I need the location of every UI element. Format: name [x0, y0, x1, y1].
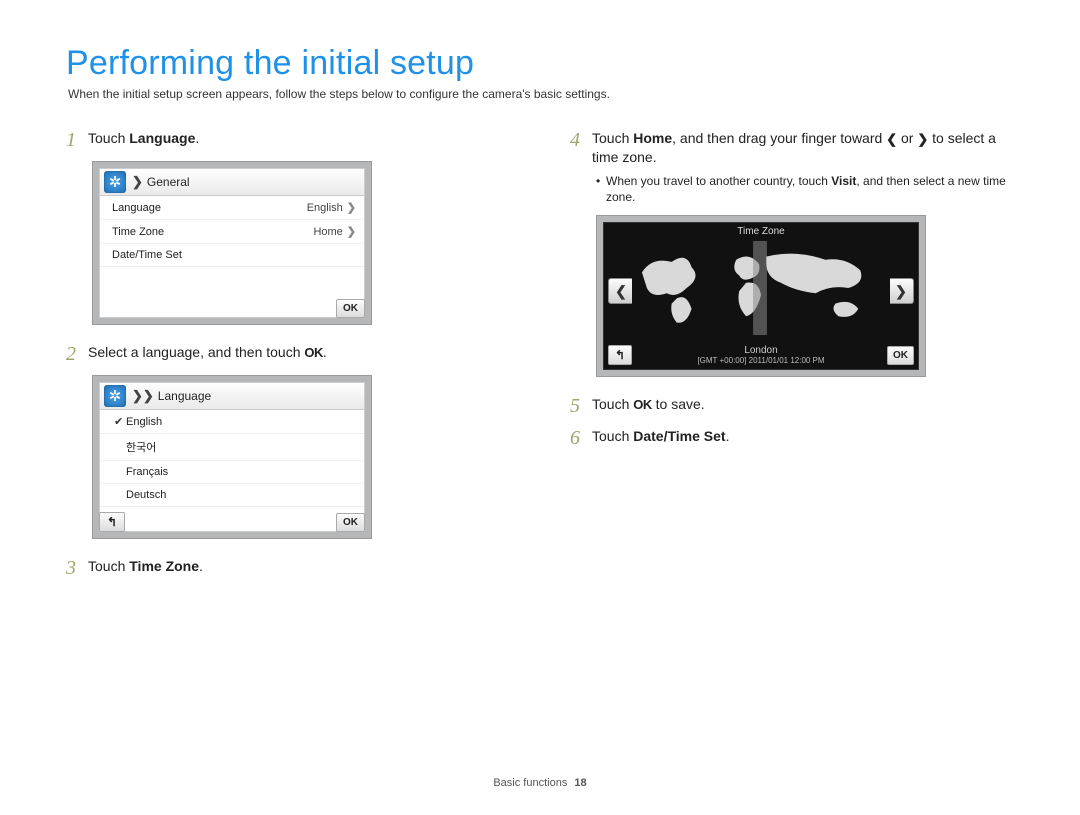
step-number: 3	[66, 557, 88, 579]
tz-gmt: [GMT +00:00] 2011/01/01 12:00 PM	[632, 356, 890, 365]
lang-label: 한국어	[126, 439, 156, 455]
bullet-pre: When you travel to another country, touc…	[606, 174, 831, 188]
step-bold: Home	[633, 130, 672, 146]
step-pre: Select a language, and then touch	[88, 344, 304, 360]
step-pre: Touch	[88, 558, 129, 574]
back-button[interactable]: ↰	[608, 345, 632, 365]
step-mid: , and then drag your finger toward	[672, 130, 886, 146]
step-post: .	[323, 344, 327, 360]
ok-button[interactable]: OK	[887, 346, 914, 365]
tz-title: Time Zone	[604, 226, 918, 237]
step-2: 2 Select a language, and then touch OK.	[66, 343, 510, 365]
step-number: 5	[570, 395, 592, 417]
footer-section: Basic functions	[493, 777, 567, 789]
panel-title: Language	[158, 389, 211, 403]
ok-button[interactable]: OK	[336, 299, 365, 318]
chevron-right-icon: ❯	[917, 132, 928, 147]
row-value: Home	[313, 226, 342, 238]
ok-icon: OK	[633, 397, 652, 412]
step-5: 5 Touch OK to save.	[570, 395, 1014, 417]
page-footer: Basic functions 18	[0, 777, 1080, 789]
step-post: .	[195, 130, 199, 146]
step-text: Touch Language.	[88, 129, 199, 148]
row-label: Time Zone	[112, 226, 164, 238]
left-column: 1 Touch Language. ✲ ❯ General Language E…	[66, 123, 510, 579]
step-text: Touch Date/Time Set.	[592, 427, 729, 446]
step-or: or	[897, 130, 917, 146]
row-label: Language	[112, 202, 161, 214]
chevron-left-icon: ❮	[886, 132, 897, 147]
back-button[interactable]: ↰	[99, 512, 125, 532]
step-post: to save.	[652, 396, 705, 412]
panel-header: ✲ ❯ General	[100, 169, 364, 196]
lang-item-english[interactable]: ✔English	[100, 410, 364, 434]
lang-label: Français	[126, 466, 168, 478]
right-column: 4 Touch Home, and then drag your finger …	[570, 123, 1014, 579]
bullet-bold: Visit	[831, 174, 856, 188]
step-3: 3 Touch Time Zone.	[66, 557, 510, 579]
step-number: 2	[66, 343, 88, 365]
chevron-right-icon: ❯	[347, 202, 356, 214]
footer-page: 18	[574, 777, 586, 789]
lang-label: Deutsch	[126, 489, 166, 501]
step-bold: Language	[129, 130, 195, 146]
page-title: Performing the initial setup	[66, 44, 1014, 83]
chevron-double-right-icon: ❯❯	[132, 388, 154, 404]
step-4-bullet: • When you travel to another country, to…	[596, 173, 1014, 205]
step-pre: Touch	[592, 396, 633, 412]
step-number: 4	[570, 129, 592, 151]
row-timezone[interactable]: Time Zone Home ❯	[100, 220, 364, 244]
general-screen: ✲ ❯ General Language English ❯ Time Zone …	[92, 161, 372, 325]
step-text: Touch Time Zone.	[88, 557, 203, 576]
ok-button[interactable]: OK	[336, 513, 365, 532]
step-6: 6 Touch Date/Time Set.	[570, 427, 1014, 449]
timezone-screen: Time Zone ❮ ❯	[596, 215, 926, 377]
lang-item-francais[interactable]: Français	[100, 461, 364, 484]
lang-item-korean[interactable]: 한국어	[100, 434, 364, 461]
panel-title: General	[147, 175, 190, 189]
chevron-right-icon: ❯	[347, 226, 356, 238]
next-timezone-button[interactable]: ❯	[888, 278, 914, 304]
row-value: English	[307, 202, 343, 214]
step-text: Touch Home, and then drag your finger to…	[592, 129, 1014, 167]
lang-item-deutsch[interactable]: Deutsch	[100, 484, 364, 507]
check-icon: ✔	[114, 415, 126, 428]
step-number: 1	[66, 129, 88, 151]
step-post: .	[726, 428, 730, 444]
row-language[interactable]: Language English ❯	[100, 196, 364, 220]
prev-timezone-button[interactable]: ❮	[608, 278, 634, 304]
step-4: 4 Touch Home, and then drag your finger …	[570, 129, 1014, 167]
step-post: .	[199, 558, 203, 574]
intro-text: When the initial setup screen appears, f…	[68, 87, 1014, 101]
gear-icon: ✲	[104, 171, 126, 193]
step-1: 1 Touch Language.	[66, 129, 510, 151]
step-bold: Time Zone	[129, 558, 199, 574]
step-number: 6	[570, 427, 592, 449]
ok-icon: OK	[304, 345, 323, 360]
gear-icon: ✲	[104, 385, 126, 407]
row-label: Date/Time Set	[112, 249, 182, 261]
lang-label: English	[126, 416, 162, 428]
row-datetime[interactable]: Date/Time Set	[100, 244, 364, 267]
step-pre: Touch	[592, 428, 633, 444]
step-bold: Date/Time Set	[633, 428, 725, 444]
language-screen: ✲ ❯❯ Language ✔English 한국어 Français Deut…	[92, 375, 372, 539]
step-pre: Touch	[592, 130, 633, 146]
chevron-right-icon: ❯	[132, 174, 143, 190]
world-map[interactable]	[632, 241, 890, 335]
step-text: Select a language, and then touch OK.	[88, 343, 327, 362]
bullet-icon: •	[596, 173, 606, 189]
step-pre: Touch	[88, 130, 129, 146]
step-text: Touch OK to save.	[592, 395, 705, 414]
panel-header: ✲ ❯❯ Language	[100, 383, 364, 410]
tz-city: London	[632, 345, 890, 356]
